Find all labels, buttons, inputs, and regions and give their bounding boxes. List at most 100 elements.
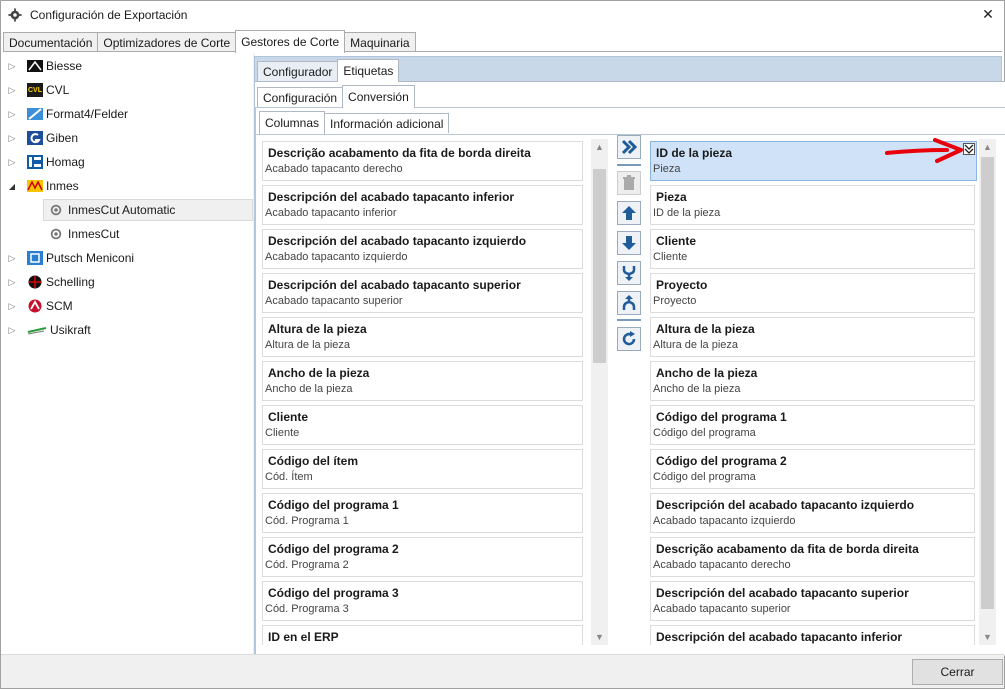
expand-item-button[interactable] [963,143,975,155]
expand-icon[interactable]: ▷ [7,109,17,120]
list-item[interactable]: Código del programa 3 Cód. Programa 3 [262,581,583,621]
available-list-scrollbar[interactable]: ▲ ▼ [591,139,608,645]
list-item[interactable]: Descrição acabamento da fita de borda di… [262,141,583,181]
arrow-up-icon [622,206,636,220]
expand-icon[interactable]: ▷ [7,61,17,72]
tab-documentacion[interactable]: Documentación [3,32,99,52]
list-item[interactable]: Descripción del acabado tapacanto superi… [650,581,975,621]
tree-item-homag[interactable]: ▷ Homag [7,151,85,173]
tree-item-giben[interactable]: ▷ Giben [7,127,78,149]
list-item[interactable]: Cliente Cliente [650,229,975,269]
sub-tab-strip-3: Columnas Información adicional [259,111,450,134]
tree-item-label: Inmes [46,179,79,193]
tree-item-label: Giben [46,131,79,145]
expand-icon[interactable]: ▷ [7,85,17,96]
available-columns-list[interactable]: Descrição acabamento da fita de borda di… [262,137,607,645]
expand-icon[interactable]: ▷ [7,301,17,312]
list-item[interactable]: Código del programa 2 Cód. Programa 2 [262,537,583,577]
tree-item-inmes[interactable]: ◢ Inmes [7,175,79,197]
tree-item-inmescut[interactable]: InmesCut [43,223,119,245]
sub-tab-strip-1: Configurador Etiquetas [257,59,400,82]
list-item[interactable]: Código del ítem Cód. Ítem [262,449,583,489]
scroll-down-icon[interactable]: ▼ [591,629,608,645]
scroll-down-icon[interactable]: ▼ [979,629,996,645]
scroll-up-icon[interactable]: ▲ [591,139,608,155]
scroll-thumb[interactable] [593,169,606,363]
main-tab-strip: Documentación Optimizadores de Corte Ges… [3,30,416,53]
list-item[interactable]: Código del programa 1 Código del programa [650,405,975,445]
tree-item-cvl[interactable]: ▷ CVL CVL [7,79,69,101]
expand-icon[interactable]: ▷ [7,157,17,168]
toolbar-separator [617,164,641,166]
tree-item-usikraft[interactable]: ▷ Usikraft [7,319,91,341]
annotation-arrow-icon [885,138,963,163]
tab-columnas[interactable]: Columnas [259,111,326,134]
list-item[interactable]: Descripción del acabado tapacanto inferi… [650,625,975,645]
list-item[interactable]: Altura de la pieza Altura de la pieza [650,317,975,357]
gear-icon [50,228,62,240]
list-item[interactable]: Descripción del acabado tapacanto inferi… [262,185,583,225]
list-item[interactable]: Descripción del acabado tapacanto superi… [262,273,583,313]
tree-item-label: SCM [46,299,73,313]
tree-item-scm[interactable]: ▷ SCM [7,295,73,317]
list-item[interactable]: Cliente Cliente [262,405,583,445]
putsch-logo-icon [27,251,43,265]
list-item[interactable]: Ancho de la pieza Ancho de la pieza [262,361,583,401]
tree-item-schelling[interactable]: ▷ Schelling [7,271,95,293]
move-up-button[interactable] [617,201,641,225]
gear-icon [8,7,22,22]
tree-item-label: InmesCut Automatic [68,203,176,217]
trash-icon [623,175,635,190]
tab-configurador[interactable]: Configurador [257,61,339,81]
selected-list-scrollbar[interactable]: ▲ ▼ [979,139,996,645]
merge-button[interactable] [617,261,641,285]
list-item[interactable]: Proyecto Proyecto [650,273,975,313]
export-config-window: Configuración de Exportación ✕ Documenta… [0,0,1005,689]
expand-icon[interactable]: ▷ [7,253,17,264]
close-button[interactable]: Cerrar [912,659,1003,685]
gear-icon [50,204,62,216]
format4-logo-icon [27,108,43,120]
list-item[interactable]: Pieza ID de la pieza [650,185,975,225]
refresh-icon [622,331,636,346]
expand-icon[interactable]: ▷ [7,133,17,144]
list-item[interactable]: Código del programa 2 Código del programa [650,449,975,489]
tree-item-label: Biesse [46,59,83,73]
tab-maquinaria[interactable]: Maquinaria [344,32,416,52]
delete-button[interactable] [617,171,641,195]
expand-icon[interactable]: ▷ [7,325,17,336]
dialog-footer [1,654,1004,688]
expand-icon[interactable]: ▷ [7,277,17,288]
tree-item-format4-felder[interactable]: ▷ Format4/Felder [7,103,129,125]
tree-item-inmescut-automatic[interactable]: InmesCut Automatic [43,199,253,221]
tree-item-label: Usikraft [50,323,91,337]
tab-optimizadores-de-corte[interactable]: Optimizadores de Corte [97,32,237,52]
manufacturer-tree: ▷ Biesse ▷ CVL CVL ▷ Format4/Felder ▷ Gi… [3,52,253,654]
collapse-icon[interactable]: ◢ [7,182,17,191]
tab-etiquetas[interactable]: Etiquetas [337,59,400,82]
tree-item-biesse[interactable]: ▷ Biesse [7,55,83,77]
list-item[interactable]: Código del programa 1 Cód. Programa 1 [262,493,583,533]
list-item[interactable]: Altura de la pieza Altura de la pieza [262,317,583,357]
close-icon[interactable]: ✕ [978,5,998,23]
list-item[interactable]: Descripción del acabado tapacanto izquie… [262,229,583,269]
scroll-thumb[interactable] [981,157,994,609]
selected-columns-list[interactable]: ID de la pieza Pieza Pieza ID de la pieza … [650,137,980,645]
refresh-button[interactable] [617,327,641,351]
tree-item-putsch-meniconi[interactable]: ▷ Putsch Meniconi [7,247,134,269]
list-item[interactable]: ID en el ERP [262,625,583,645]
tab-informacion-adicional[interactable]: Información adicional [324,113,450,133]
move-down-button[interactable] [617,231,641,255]
list-item[interactable]: Descripción del acabado tapacanto izquie… [650,493,975,533]
tab-conversion[interactable]: Conversión [342,85,415,108]
inmes-logo-icon [27,180,43,192]
tree-item-label: CVL [46,83,70,97]
scroll-up-icon[interactable]: ▲ [979,139,996,155]
list-item[interactable]: Ancho de la pieza Ancho de la pieza [650,361,975,401]
tab-gestores-de-corte[interactable]: Gestores de Corte [235,30,346,53]
tab-configuracion[interactable]: Configuración [257,87,344,107]
list-item[interactable]: Descrição acabamento da fita de borda di… [650,537,975,577]
move-all-right-button[interactable] [617,135,641,159]
tree-item-label: Schelling [46,275,95,289]
split-button[interactable] [617,291,641,315]
